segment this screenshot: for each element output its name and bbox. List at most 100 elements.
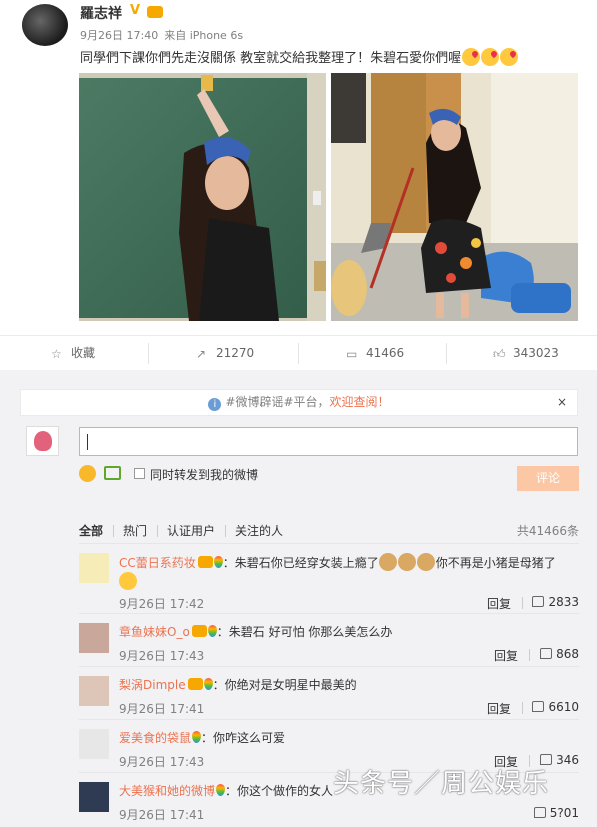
divider xyxy=(529,649,530,661)
weibo-post: 羅志祥 V 9月26日 17:40 来自 iPhone 6s 同學們下課你們先走沒… xyxy=(0,0,597,335)
post-image-chalkboard[interactable] xyxy=(79,73,326,321)
comment-like-count: 6610 xyxy=(548,700,579,714)
favorite-button[interactable]: ☆ 收藏 xyxy=(51,336,95,371)
image-upload-icon[interactable] xyxy=(104,466,121,480)
star-icon: ☆ xyxy=(51,347,62,361)
comment-like-button[interactable]: 6610 xyxy=(532,700,579,714)
submit-comment-button[interactable]: 评论 xyxy=(517,466,579,491)
filter-all[interactable]: 全部 xyxy=(79,522,103,539)
comment-input[interactable] xyxy=(79,427,578,456)
commenter-name[interactable]: 爱美食的袋鼠 xyxy=(119,731,191,745)
member-badge-icon xyxy=(191,625,207,637)
comment-like-button[interactable]: 868 xyxy=(540,647,579,661)
comment-total: 共41466条 xyxy=(516,524,579,538)
comment-item: 章鱼妹妹O_o ：朱碧石 好可怕 你那么美怎么办 9月26日 17:43 回复 8… xyxy=(79,613,579,666)
close-icon[interactable]: × xyxy=(557,390,567,415)
info-icon: i xyxy=(208,398,222,411)
verified-icon: V xyxy=(130,3,141,18)
comment-filter-bar: 全部 热门 认证用户 关注的人 共41466条 xyxy=(79,522,579,540)
post-action-bar: ☆ 收藏 ↗ 21270 ▭ 41466 👍︎ 343023 xyxy=(0,335,597,370)
member-badge-icon xyxy=(147,6,163,18)
commenter-avatar[interactable] xyxy=(79,553,109,583)
thumbs-up-icon: 👍︎ xyxy=(493,347,506,361)
like-count: 343023 xyxy=(513,346,559,360)
also-repost-checkbox[interactable] xyxy=(134,468,145,479)
reply-button[interactable]: 回复 xyxy=(487,700,511,717)
doge-emoji-icon xyxy=(397,553,416,571)
filter-verified[interactable]: 认证用户 xyxy=(167,522,215,539)
comment-count: 41466 xyxy=(366,346,405,360)
commenter-avatar[interactable] xyxy=(79,782,109,812)
commenter-avatar[interactable] xyxy=(79,729,109,759)
comment-body: ：你咋这么可爱 xyxy=(201,731,286,745)
commenter-name[interactable]: 章鱼妹妹O_o xyxy=(119,625,190,639)
comment-like-button[interactable]: 2833 xyxy=(532,595,579,609)
rainbow-badge-icon xyxy=(213,556,223,568)
author-name[interactable]: 羅志祥 xyxy=(80,3,122,23)
comment-like-button[interactable]: 5?01 xyxy=(533,806,579,820)
comment-time: 9月26日 17:41 xyxy=(119,702,205,716)
rumor-notice-banner: i #微博辟谣#平台，欢迎查阅！ × xyxy=(20,389,578,416)
comment-time: 9月26日 17:43 xyxy=(119,755,205,769)
post-text: 同學們下課你們先走沒關係 教室就交給我整理了！朱碧石愛你們喔 xyxy=(80,47,519,66)
post-time[interactable]: 9月26日 17:40 xyxy=(80,29,158,42)
comment-text: 梨涡Dimple ：你绝对是女明星中最美的 xyxy=(119,676,579,694)
comment-textbox[interactable] xyxy=(80,428,577,455)
divider xyxy=(522,597,523,609)
commenter-name[interactable]: 梨涡Dimple xyxy=(119,678,186,692)
comment-time: 9月26日 17:43 xyxy=(119,649,205,663)
kiss-emoji-icon xyxy=(500,48,519,66)
member-badge-icon xyxy=(197,556,213,568)
divider xyxy=(225,525,226,537)
divider xyxy=(446,343,447,364)
post-text-body: 同學們下課你們先走沒關係 教室就交給我整理了！朱碧石愛你們喔 xyxy=(80,51,462,66)
author-avatar[interactable] xyxy=(22,4,68,46)
repost-count: 21270 xyxy=(216,346,255,360)
divider xyxy=(113,525,114,537)
post-image-mopping[interactable] xyxy=(331,73,578,321)
notice-link[interactable]: 欢迎查阅！ xyxy=(330,395,390,409)
thumbs-up-icon xyxy=(532,701,545,712)
comment-text: CC蕾日系药妆 ：朱碧石你已经穿女装上瘾了 你不再是小猪是母猪了 xyxy=(119,553,579,591)
emoji-icon[interactable] xyxy=(79,465,96,482)
like-button[interactable]: 👍︎ 343023 xyxy=(493,336,559,371)
crying-emoji-icon xyxy=(119,572,137,590)
comment-time: 9月26日 17:41 xyxy=(119,808,205,822)
post-source: 来自 iPhone 6s xyxy=(164,29,244,42)
comments-section: i #微博辟谣#平台，欢迎查阅！ × 同时转发到我的微博 评论 全部 热门 认证用… xyxy=(0,370,597,827)
my-avatar[interactable] xyxy=(26,426,59,456)
thumbs-up-icon xyxy=(533,807,546,818)
notice-text: #微博辟谣#平台， xyxy=(225,395,330,409)
rainbow-badge-icon xyxy=(203,678,213,690)
thumbs-up-icon xyxy=(532,596,545,607)
doge-emoji-icon xyxy=(378,553,397,571)
reply-button[interactable]: 回复 xyxy=(494,647,518,664)
comment-icon: ▭ xyxy=(346,347,358,361)
kiss-emoji-icon xyxy=(481,48,500,66)
divider xyxy=(157,525,158,537)
comment-item: 梨涡Dimple ：你绝对是女明星中最美的 9月26日 17:41 回复 6610 xyxy=(79,666,579,719)
comment-button[interactable]: ▭ 41466 xyxy=(346,336,404,371)
divider xyxy=(522,702,523,714)
also-repost-label[interactable]: 同时转发到我的微博 xyxy=(150,466,258,483)
filter-hot[interactable]: 热门 xyxy=(123,522,147,539)
commenter-avatar[interactable] xyxy=(79,623,109,653)
comment-like-count: 868 xyxy=(556,647,579,661)
comment-body: ：你绝对是女明星中最美的 xyxy=(212,678,357,692)
post-meta: 9月26日 17:40 来自 iPhone 6s xyxy=(80,27,249,43)
repost-button[interactable]: ↗ 21270 xyxy=(196,336,254,371)
commenter-avatar[interactable] xyxy=(79,676,109,706)
filter-following[interactable]: 关注的人 xyxy=(235,522,283,539)
mopping-photo-illustration xyxy=(331,73,578,321)
divider xyxy=(148,343,149,364)
rainbow-badge-icon xyxy=(207,625,217,637)
commenter-name[interactable]: CC蕾日系药妆 xyxy=(119,556,196,570)
rainbow-badge-icon xyxy=(216,784,226,796)
thumbs-up-icon xyxy=(540,648,553,659)
kiss-emoji-icon xyxy=(462,48,481,66)
reply-button[interactable]: 回复 xyxy=(487,595,511,612)
repost-icon: ↗ xyxy=(196,347,207,361)
comment-like-count: 2833 xyxy=(548,595,579,609)
commenter-name[interactable]: 大美猴和她的微博 xyxy=(119,784,215,798)
member-badge-icon xyxy=(187,678,203,690)
